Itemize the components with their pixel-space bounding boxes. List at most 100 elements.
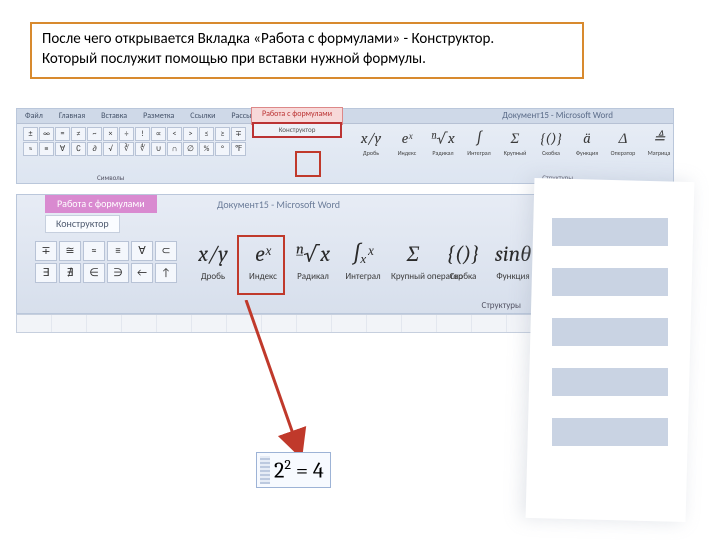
sym[interactable]: ∋ xyxy=(107,263,129,283)
matrix-button[interactable]: ≜Матрица xyxy=(645,127,673,157)
sym[interactable]: ≤ xyxy=(199,127,214,141)
tab[interactable]: Главная xyxy=(51,111,93,121)
symbols-gallery-small[interactable]: ± ∞ = ≠ ~ × ÷ ! ∝ < > ≤ ≥ ∓ ≈ ≡ ∀ ∁ ∂ √ … xyxy=(23,127,246,156)
integral-icon: ∫ₓˣ xyxy=(341,237,385,271)
sym[interactable]: ! xyxy=(135,127,150,141)
sym[interactable]: ∀ xyxy=(55,142,70,156)
context-tab-zoom[interactable]: Работа с формулами xyxy=(45,195,157,213)
sym[interactable]: ⊂ xyxy=(155,241,177,261)
integral-button[interactable]: ∫ₓˣИнтеграл xyxy=(341,237,385,282)
equation-exponent: 2 xyxy=(284,456,291,473)
matrix-icon: ≜ xyxy=(645,127,673,149)
sym[interactable]: ∝ xyxy=(151,127,166,141)
sym[interactable]: ∓ xyxy=(35,241,57,261)
sym[interactable]: > xyxy=(183,127,198,141)
doc-title-zoom: Документ15 - Microsoft Word xyxy=(217,198,340,211)
bracket-icon: {()} xyxy=(537,127,565,149)
structures-zoom: x/yДробь eˣИндекс ⁿ√xРадикал ∫ₓˣИнтеграл… xyxy=(191,237,535,282)
tab[interactable]: Файл xyxy=(17,111,51,121)
context-tab-equation-tools[interactable]: Работа с формулами Конструктор xyxy=(251,107,343,125)
sym[interactable]: ∂ xyxy=(87,142,102,156)
bracket-button[interactable]: {()}Скобка xyxy=(441,237,485,282)
sym[interactable]: √ xyxy=(103,142,118,156)
sym[interactable]: ≈ xyxy=(23,142,38,156)
placeholder-block xyxy=(552,318,668,346)
ribbon-top: Файл Главная Вставка Разметка Ссылки Рас… xyxy=(16,108,674,184)
radical-icon: ⁿ√x xyxy=(291,237,335,271)
sym[interactable]: ∜ xyxy=(135,142,150,156)
sym[interactable]: ≈ xyxy=(83,241,105,261)
large-op-button[interactable]: ΣКрупный оператор xyxy=(391,237,435,282)
sym[interactable]: % xyxy=(199,142,214,156)
sym[interactable]: ≡ xyxy=(107,241,129,261)
sym[interactable]: ℉ xyxy=(231,142,246,156)
sym[interactable]: × xyxy=(103,127,118,141)
integral-button[interactable]: ∫Интеграл xyxy=(465,127,493,157)
context-tab-sub: Конструктор xyxy=(252,122,342,138)
sym[interactable]: ∅ xyxy=(183,142,198,156)
ruler xyxy=(16,314,548,333)
sym[interactable]: ∛ xyxy=(119,142,134,156)
ribbon-zoom: Работа с формулами Документ15 - Microsof… xyxy=(16,194,548,314)
bracket-icon: {()} xyxy=(441,237,485,271)
caption-line2: Который послужит помощью при вставки нуж… xyxy=(42,50,572,70)
sym[interactable]: ↑ xyxy=(155,263,177,283)
sym[interactable]: ∈ xyxy=(83,263,105,283)
placeholder-block xyxy=(552,218,668,246)
sym[interactable]: ≅ xyxy=(59,241,81,261)
sym[interactable]: ∪ xyxy=(151,142,166,156)
sym[interactable]: < xyxy=(167,127,182,141)
placeholder-block xyxy=(552,268,668,296)
tab[interactable]: Ссылки xyxy=(182,111,223,121)
sym[interactable]: ∩ xyxy=(167,142,182,156)
context-tab-title: Работа с формулами xyxy=(262,109,332,119)
equation-base: 2 xyxy=(274,458,284,484)
symbols-gallery-zoom[interactable]: ∓ ≅ ≈ ≡ ∀ ⊂ ∃ ∄ ∈ ∋ ← ↑ xyxy=(35,241,177,283)
bracket-button[interactable]: {()}Скобка xyxy=(537,127,565,157)
integral-icon: ∫ xyxy=(465,127,493,149)
app-title: Документ15 - Microsoft Word xyxy=(502,109,613,123)
highlight-box-small xyxy=(295,151,321,177)
index-icon: eˣ xyxy=(393,127,421,149)
fraction-button[interactable]: x/yДробь xyxy=(191,237,235,282)
index-button[interactable]: eˣИндекс xyxy=(241,237,285,282)
placeholder-block xyxy=(552,418,668,446)
accent-button[interactable]: äФункция xyxy=(573,127,601,157)
sym[interactable]: ∞ xyxy=(39,127,54,141)
sym[interactable]: ∀ xyxy=(131,241,153,261)
function-icon: sinθ xyxy=(491,237,535,271)
sym[interactable]: ~ xyxy=(87,127,102,141)
equation-text: 22 = 4 xyxy=(274,456,324,483)
radical-button[interactable]: ⁿ√xРадикал xyxy=(429,127,457,157)
sigma-icon: Σ xyxy=(501,127,529,149)
sym[interactable]: ∄ xyxy=(59,263,81,283)
index-icon: eˣ xyxy=(241,237,285,271)
accent-icon: ä xyxy=(573,127,601,149)
tab[interactable]: Разметка xyxy=(135,111,182,121)
operator-button[interactable]: ΔОператор xyxy=(609,127,637,157)
sym[interactable]: ≠ xyxy=(71,127,86,141)
index-button[interactable]: eˣИндекс xyxy=(393,127,421,157)
equation-handle-icon[interactable] xyxy=(260,456,270,484)
sym[interactable]: ± xyxy=(23,127,38,141)
function-button[interactable]: sinθФункция xyxy=(491,237,535,282)
sym[interactable]: ∓ xyxy=(231,127,246,141)
fraction-icon: x/y xyxy=(357,127,385,149)
fraction-button[interactable]: x/yДробь xyxy=(357,127,385,157)
sym[interactable]: ≥ xyxy=(215,127,230,141)
sym[interactable]: ← xyxy=(131,263,153,283)
sym[interactable]: ∁ xyxy=(71,142,86,156)
tab[interactable]: Вставка xyxy=(93,111,135,121)
equation-result: = 4 xyxy=(291,458,324,484)
large-op-button[interactable]: ΣКрупный xyxy=(501,127,529,157)
group-label-structures-zoom: Структуры xyxy=(482,300,521,311)
sym[interactable]: ∃ xyxy=(35,263,57,283)
radical-button[interactable]: ⁿ√xРадикал xyxy=(291,237,335,282)
sym[interactable]: ÷ xyxy=(119,127,134,141)
sym[interactable]: ≡ xyxy=(39,142,54,156)
equation-object[interactable]: 22 = 4 xyxy=(256,452,331,488)
sym[interactable]: ° xyxy=(215,142,230,156)
sub-tab-konstruktor[interactable]: Конструктор xyxy=(45,215,120,233)
sym[interactable]: = xyxy=(55,127,70,141)
caption-line1: После чего открывается Вкладка «Работа с… xyxy=(42,30,572,50)
